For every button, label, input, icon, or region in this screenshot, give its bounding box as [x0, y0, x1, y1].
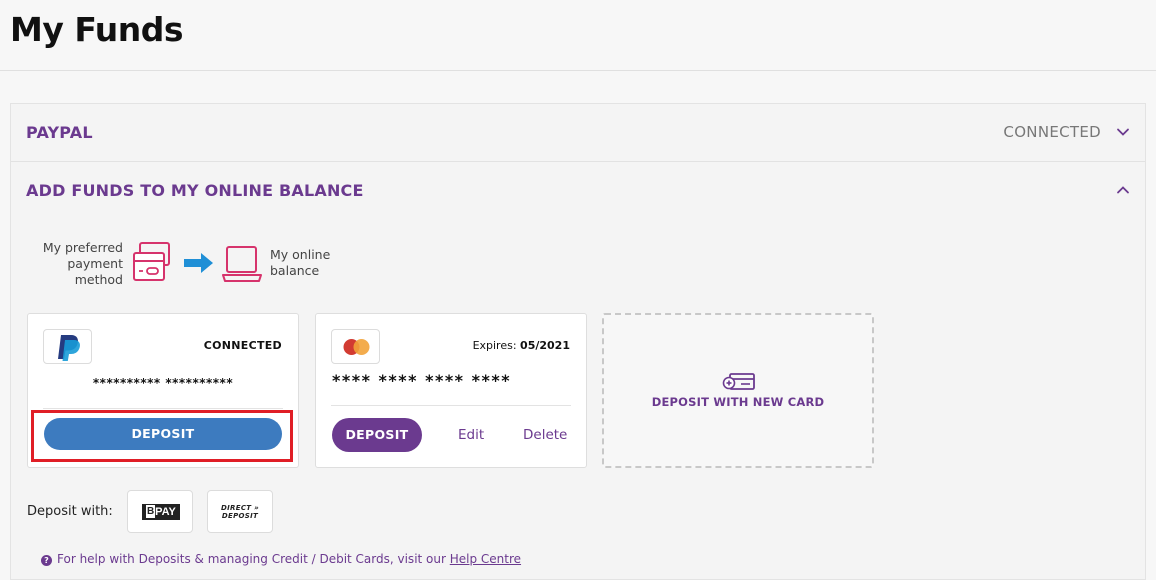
- card-edit-link[interactable]: Edit: [458, 427, 484, 443]
- help-centre-link[interactable]: Help Centre: [450, 552, 521, 566]
- funds-flow-diagram: My preferred payment method My online ba…: [39, 239, 369, 289]
- chevron-down-icon[interactable]: [1115, 124, 1131, 140]
- card-expiry-label: Expires:: [472, 339, 517, 352]
- accordion-paypal[interactable]: PAYPAL CONNECTED: [11, 104, 1145, 162]
- accordion-add-funds-title: ADD FUNDS TO MY ONLINE BALANCE: [26, 181, 364, 200]
- paypal-logo-icon: [58, 335, 80, 361]
- highlight-annotation: [31, 410, 293, 462]
- help-text: ? For help with Deposits & managing Credi…: [41, 552, 521, 566]
- card-deposit-button[interactable]: DEPOSIT: [332, 418, 422, 452]
- mastercard-logo-box: [331, 329, 380, 364]
- title-divider: [0, 70, 1156, 71]
- card-expiry-value: 05/2021: [520, 339, 570, 352]
- card-expiry: Expires: 05/2021: [473, 339, 570, 352]
- direct-deposit-option[interactable]: DIRECT » DEPOSIT: [207, 490, 273, 533]
- flow-from-label: My preferred payment method: [42, 240, 123, 287]
- direct-deposit-logo-icon: DIRECT » DEPOSIT: [208, 504, 272, 520]
- mastercard-logo-icon: [343, 339, 370, 355]
- accordion-paypal-status: CONNECTED: [1003, 123, 1101, 141]
- card-divider: [43, 408, 283, 409]
- card-masked-number: **** **** **** ****: [332, 371, 512, 390]
- bpay-option[interactable]: BPAY: [127, 490, 193, 533]
- paypal-logo-box: [43, 329, 92, 364]
- laptop-icon: [222, 246, 262, 282]
- help-message: For help with Deposits & managing Credit…: [57, 552, 450, 566]
- bpay-logo-b: B: [146, 505, 156, 518]
- help-circle-icon: ?: [41, 555, 52, 566]
- deposit-new-card-label: DEPOSIT WITH NEW CARD: [651, 395, 825, 409]
- mastercard-card: Expires: 05/2021 **** **** **** **** DEP…: [315, 313, 587, 468]
- paypal-connected-label: CONNECTED: [203, 339, 282, 352]
- chevron-up-icon[interactable]: [1115, 182, 1131, 198]
- accordion-add-funds[interactable]: ADD FUNDS TO MY ONLINE BALANCE: [11, 162, 1145, 220]
- accordion-paypal-title: PAYPAL: [26, 123, 93, 142]
- bpay-logo-icon: BPAY: [142, 504, 180, 520]
- direct-deposit-line1: DIRECT »: [221, 504, 259, 512]
- direct-deposit-line2: DEPOSIT: [221, 512, 259, 520]
- flow-to-label: My online balance: [270, 247, 331, 278]
- paypal-masked-account: ********** **********: [92, 376, 234, 390]
- page-title: My Funds: [10, 10, 184, 49]
- deposit-with-label: Deposit with:: [27, 504, 113, 519]
- credit-cards-icon: [133, 242, 170, 281]
- add-card-icon: [722, 373, 755, 390]
- funds-panel: PAYPAL CONNECTED ADD FUNDS TO MY ONLINE …: [10, 103, 1146, 580]
- bpay-logo-text: PAY: [155, 506, 176, 518]
- card-delete-link[interactable]: Delete: [523, 427, 567, 443]
- deposit-new-card-tile[interactable]: DEPOSIT WITH NEW CARD: [602, 313, 874, 468]
- card-divider: [331, 405, 571, 406]
- arrow-right-icon: [184, 253, 213, 273]
